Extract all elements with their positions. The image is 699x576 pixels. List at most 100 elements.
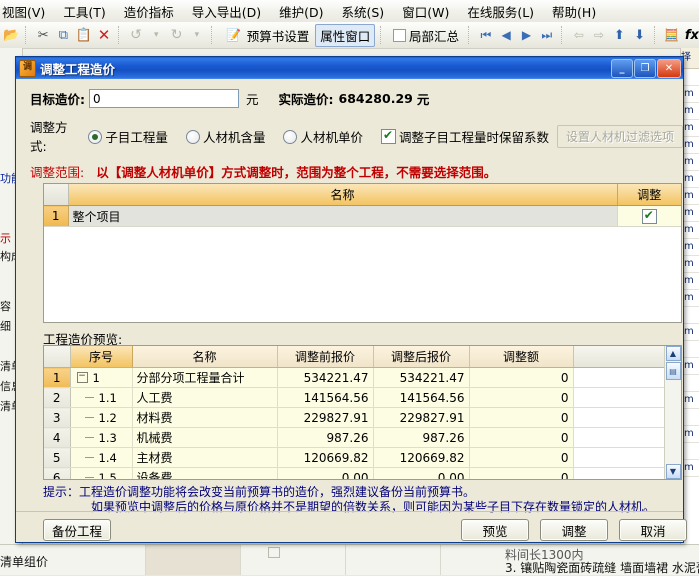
- preview-vertical-scrollbar[interactable]: ▲ ▤ ▼: [664, 346, 681, 479]
- tree-node: 1.3: [71, 428, 132, 447]
- preview-row-name[interactable]: 主材费: [132, 447, 278, 468]
- radio-option-resource-content[interactable]: 人材机含量: [185, 127, 265, 146]
- preview-row-seq-cell[interactable]: 1.2: [70, 407, 133, 428]
- preview-row-seq-cell[interactable]: 1.4: [70, 447, 133, 468]
- preview-row-name[interactable]: 设备费: [132, 467, 278, 479]
- adjust-button[interactable]: 调整: [540, 519, 608, 541]
- cancel-button[interactable]: 取消: [619, 519, 687, 541]
- formula-icon[interactable]: fx: [683, 25, 699, 45]
- tree-node[interactable]: − 1: [71, 368, 132, 387]
- table-row[interactable]: 1 整个项目: [44, 205, 681, 227]
- cut-icon[interactable]: ✂: [34, 25, 52, 45]
- table-row[interactable]: 2 1.1 人工费 141564.56 141564.56 0: [44, 387, 664, 408]
- adjust-project-cost-dialog: 调 调整工程造价 _ ❐ ✕ 目标造价: 元 实际造价: 684280.29 元…: [15, 56, 687, 545]
- bg-bottom-divider: [240, 545, 241, 575]
- scroll-up-button[interactable]: ▲: [665, 346, 681, 361]
- menu-item-system[interactable]: 系统(S): [333, 0, 394, 23]
- scope-row-adjust-cell[interactable]: [617, 205, 681, 227]
- radio-subitem-quantity-label: 子目工程量: [105, 129, 168, 145]
- preview-row-name[interactable]: 材料费: [132, 407, 278, 428]
- preview-row-seq: 1: [92, 370, 100, 385]
- preview-row-seq-cell[interactable]: 1.5: [70, 467, 133, 479]
- tips-line-1: 提示：工程造价调整功能将会改变当前预算书的造价，强烈建议备份当前预算书。: [43, 485, 476, 499]
- scrollbar-thumb[interactable]: ▤: [665, 362, 681, 380]
- copy-icon[interactable]: ⧉: [54, 25, 72, 45]
- toolbar-separator: [25, 26, 29, 44]
- preview-header-seq[interactable]: 序号: [70, 346, 133, 368]
- keep-coefficient-checkbox-row[interactable]: 调整子目工程量时保留系数: [380, 127, 549, 146]
- preview-header-name[interactable]: 名称: [132, 346, 278, 368]
- next-record-icon[interactable]: ▶: [517, 25, 535, 45]
- bg-bottom-label-quote: 清单组价: [0, 555, 49, 569]
- partial-total-button[interactable]: 局部汇总: [389, 25, 463, 46]
- radio-resource-content-icon[interactable]: [185, 129, 200, 144]
- partial-total-checkbox[interactable]: [393, 28, 406, 42]
- dialog-footer-buttons: 备份工程 预览 调整 取消: [16, 519, 687, 545]
- tree-branch-icon: [84, 457, 94, 458]
- calculator-icon[interactable]: 🧮: [662, 25, 680, 45]
- resource-filter-options-button: 设置人材机过滤选项: [556, 124, 683, 148]
- preview-row-seq-cell[interactable]: 1.1: [70, 387, 133, 408]
- radio-option-subitem-quantity[interactable]: 子目工程量: [88, 127, 168, 146]
- menu-item-view[interactable]: 视图(V): [0, 0, 54, 23]
- scope-selection-table[interactable]: 名称 调整 1 整个项目: [43, 183, 682, 323]
- preview-button[interactable]: 预览: [461, 519, 529, 541]
- adjust-mode-label: 调整方式:: [30, 120, 68, 154]
- cost-preview-table[interactable]: 序号 名称 调整前报价 调整后报价 调整额 1 − 1 分部分项工程量合计 53…: [43, 345, 682, 480]
- redo-dropdown-icon: ▾: [194, 29, 200, 40]
- preview-header-before[interactable]: 调整前报价: [277, 346, 374, 368]
- paste-icon[interactable]: 📋: [75, 25, 93, 45]
- open-folder-icon[interactable]: 📂: [2, 25, 20, 45]
- bg-bottom-divider: [345, 545, 346, 575]
- menu-item-import-export[interactable]: 导入导出(D): [183, 0, 270, 23]
- preview-row-index: 2: [44, 387, 71, 408]
- preview-header-after[interactable]: 调整后报价: [373, 346, 470, 368]
- target-price-input[interactable]: [89, 89, 239, 108]
- previous-record-icon[interactable]: ◀: [497, 25, 515, 45]
- radio-subitem-quantity-icon[interactable]: [88, 129, 103, 144]
- menu-item-cost-index[interactable]: 造价指标: [115, 0, 183, 23]
- preview-row-name[interactable]: 分部分项工程量合计: [132, 367, 278, 388]
- preview-header-delta[interactable]: 调整额: [469, 346, 574, 368]
- dialog-title: 调整工程造价: [40, 61, 116, 77]
- scope-row-name[interactable]: 整个项目: [68, 205, 618, 227]
- scope-row-index: 1: [44, 205, 69, 227]
- first-record-icon[interactable]: ⏮: [477, 25, 495, 45]
- radio-option-resource-price[interactable]: 人材机单价: [283, 127, 363, 146]
- table-row[interactable]: 1 − 1 分部分项工程量合计 534221.47 534221.47 0: [44, 367, 664, 388]
- menu-item-window[interactable]: 窗口(W): [393, 0, 458, 23]
- move-up-icon[interactable]: ⬆: [610, 25, 628, 45]
- table-row[interactable]: 6 1.5 设备费 0.00 0.00 0: [44, 467, 664, 479]
- delete-icon[interactable]: ✕: [95, 25, 113, 45]
- move-down-icon[interactable]: ⬇: [630, 25, 648, 45]
- table-row[interactable]: 4 1.3 机械费 987.26 987.26 0: [44, 427, 664, 448]
- budget-settings-button[interactable]: 📝 预算书设置: [220, 24, 314, 46]
- menu-item-tools[interactable]: 工具(T): [54, 0, 114, 23]
- preview-row-blank: [573, 387, 664, 408]
- scroll-down-button[interactable]: ▼: [665, 464, 681, 479]
- close-button[interactable]: ✕: [657, 58, 681, 78]
- menu-item-help[interactable]: 帮助(H): [543, 0, 605, 23]
- radio-resource-price-icon[interactable]: [283, 129, 298, 144]
- preview-row-name[interactable]: 人工费: [132, 387, 278, 408]
- expander-collapse-icon[interactable]: −: [76, 372, 88, 383]
- scope-header-adjust[interactable]: 调整: [617, 184, 681, 206]
- property-window-button[interactable]: 属性窗口: [315, 23, 376, 47]
- minimize-button[interactable]: _: [611, 58, 633, 78]
- maximize-button[interactable]: ❐: [634, 58, 656, 78]
- tree-branch-icon: [84, 477, 94, 478]
- dialog-titlebar[interactable]: 调 调整工程造价 _ ❐ ✕: [16, 57, 683, 79]
- scope-row-adjust-checkbox[interactable]: [641, 208, 657, 224]
- backup-project-button[interactable]: 备份工程: [43, 519, 111, 541]
- preview-row-seq-cell[interactable]: 1.3: [70, 427, 133, 448]
- menu-item-maintenance[interactable]: 维护(D): [270, 0, 332, 23]
- preview-row-after: 120669.82: [373, 447, 470, 468]
- scope-header-name[interactable]: 名称: [68, 184, 618, 206]
- table-row[interactable]: 3 1.2 材料费 229827.91 229827.91 0: [44, 407, 664, 428]
- table-row[interactable]: 5 1.4 主材费 120669.82 120669.82 0: [44, 447, 664, 468]
- preview-row-name[interactable]: 机械费: [132, 427, 278, 448]
- menu-item-online-service[interactable]: 在线服务(L): [458, 0, 543, 23]
- keep-coefficient-checkbox[interactable]: [380, 128, 396, 144]
- last-record-icon[interactable]: ⏭: [538, 25, 556, 45]
- preview-row-seq-cell[interactable]: − 1: [70, 367, 133, 388]
